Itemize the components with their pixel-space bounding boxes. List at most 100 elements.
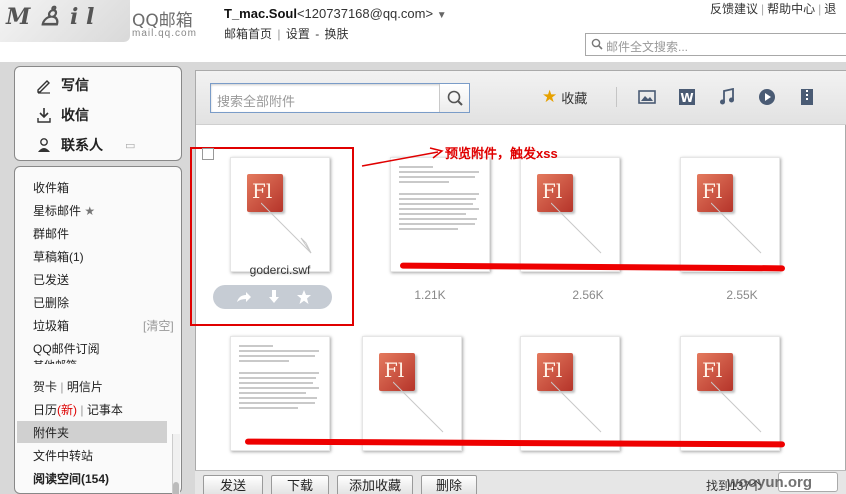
chat-bubble-icon[interactable]: ▭ (125, 139, 135, 152)
folder-deleted[interactable]: 已删除 (33, 294, 69, 311)
attachment-size: 1.21K (414, 288, 446, 302)
folder-starred-label: 星标邮件 (33, 204, 82, 218)
spam-clear-link[interactable]: [清空] (143, 317, 174, 334)
pencil-icon (37, 80, 50, 94)
folder-starred[interactable]: 星标邮件 ★ (33, 202, 95, 219)
download-icon[interactable] (265, 288, 283, 306)
nav-sep: - (315, 27, 320, 41)
attachment-thumbnail[interactable]: Fl (520, 157, 620, 272)
download-button[interactable]: 下载 (271, 475, 329, 494)
add-favorite-button[interactable]: 添加收藏 (337, 475, 413, 494)
star-icon[interactable] (295, 288, 313, 306)
music-icon[interactable] (718, 88, 736, 106)
compose-button[interactable]: 写信 (35, 71, 89, 99)
star-icon: ★ (542, 87, 558, 106)
folder-subscribe[interactable]: QQ邮件订阅 (33, 340, 100, 357)
calendar-new-badge: (新) (57, 403, 78, 417)
search-button[interactable] (439, 84, 469, 112)
attachment-thumbnail[interactable]: Fl (680, 157, 780, 272)
flash-curve-decoration (393, 381, 444, 433)
folder-drafts[interactable]: 草稿箱(1) (33, 248, 84, 265)
flash-curve-decoration (261, 202, 312, 254)
receive-button[interactable]: 收信 (35, 101, 89, 129)
attachment-size: 2.56K (572, 288, 604, 302)
user-account[interactable]: T_mac.Soul<120737168@qq.com> ▼ (224, 6, 447, 21)
archive-icon[interactable] (798, 88, 816, 106)
forward-icon[interactable] (235, 288, 253, 306)
svg-text:W: W (680, 91, 693, 105)
contacts-icon (38, 138, 50, 152)
attachment-action-bar (213, 285, 332, 309)
calendar-link[interactable]: 日历 (33, 403, 57, 417)
attachment-thumbnail[interactable]: Fl (230, 157, 330, 272)
link-sep: | (80, 403, 84, 417)
folder-inbox[interactable]: 收件箱 (33, 179, 69, 196)
flash-curve-decoration (711, 381, 762, 433)
chevron-down-icon[interactable]: ▼ (437, 10, 447, 21)
nav-sep: | (277, 27, 281, 41)
user-name: T_mac.Soul (224, 6, 297, 21)
folder-attachments[interactable]: 附件夹 (33, 424, 69, 441)
feedback-link[interactable]: 反馈建议 (710, 2, 758, 16)
logo-url: mail.qq.com (132, 28, 197, 39)
star-icon: ★ (84, 204, 96, 218)
search-icon (447, 90, 463, 106)
folder-reading[interactable]: 阅读空间(154) (33, 470, 109, 487)
nav-home[interactable]: 邮箱首页 (224, 27, 272, 41)
logo-image[interactable]: M ♙ i l (0, 0, 130, 42)
contacts-button[interactable]: 联系人 ▭ (35, 131, 135, 159)
word-icon[interactable]: W (678, 88, 696, 106)
nav-skin[interactable]: 换肤 (325, 27, 349, 41)
folder-group[interactable]: 群邮件 (33, 225, 69, 242)
attachment-thumbnail[interactable]: Fl (680, 336, 780, 451)
folder-transfer[interactable]: 文件中转站 (33, 447, 93, 464)
watermark: wooyun.org (727, 474, 812, 491)
attachment-thumbnail[interactable]: Fl (520, 336, 620, 451)
attachment-toolbar: 搜索全部附件 ★ 收藏 W (196, 71, 846, 125)
top-right-links: 反馈建议 | 帮助中心 | 退 (710, 0, 836, 17)
sidebar-scrollbar-thumb[interactable] (173, 482, 179, 494)
postcard-link[interactable]: 明信片 (67, 380, 103, 394)
card-link[interactable]: 贺卡 (33, 380, 57, 394)
attachment-thumbnail[interactable] (390, 157, 490, 272)
mail-search-placeholder: 邮件全文搜索... (606, 40, 689, 54)
folder-list: 收件箱 星标邮件 ★ 群邮件 草稿箱(1) 已发送 已删除 垃圾箱 [清空] QQ… (14, 166, 182, 494)
nav-settings[interactable]: 设置 (286, 27, 310, 41)
calendar-links: 日历(新) | 记事本 (33, 401, 123, 418)
image-icon[interactable] (638, 88, 656, 106)
logout-link[interactable]: 退 (824, 2, 836, 16)
notes-link[interactable]: 记事本 (87, 403, 123, 417)
favorites-filter[interactable]: ★ 收藏 (542, 87, 587, 107)
help-link[interactable]: 帮助中心 (767, 2, 815, 16)
folder-spam-label: 垃圾箱 (33, 319, 70, 333)
send-button[interactable]: 发送 (203, 475, 263, 494)
folder-sent[interactable]: 已发送 (33, 271, 69, 288)
html-preview-lines (239, 345, 323, 412)
html-preview-lines (399, 166, 483, 233)
flash-curve-decoration (551, 381, 602, 433)
video-icon[interactable] (758, 88, 776, 106)
attachment-size: 2.55K (726, 288, 758, 302)
mail-search-input[interactable]: 邮件全文搜索... (585, 33, 846, 56)
top-nav: 邮箱首页 | 设置 - 换肤 (224, 25, 351, 42)
folder-other[interactable]: 其他邮箱 (33, 357, 77, 364)
attachment-search-input[interactable]: 搜索全部附件 (210, 83, 470, 113)
card-links: 贺卡 | 明信片 (33, 378, 103, 395)
contacts-label: 联系人 (61, 137, 103, 153)
receive-label: 收信 (61, 107, 89, 123)
favorites-label: 收藏 (561, 90, 588, 106)
header: M ♙ i l QQ邮箱 mail.qq.com T_mac.Soul<1207… (0, 0, 846, 62)
flash-curve-decoration (711, 202, 762, 254)
link-sep: | (761, 2, 765, 16)
folder-spam[interactable]: 垃圾箱 [清空] (33, 317, 174, 334)
sidebar: 写信 收信 联系人 ▭ 收件箱 星标邮件 ★ 群邮件 草稿箱(1) 已发送 已删… (0, 62, 190, 494)
attachment-thumbnail[interactable]: Fl (362, 336, 462, 451)
inbox-download-icon (37, 108, 51, 123)
attachment-thumbnail[interactable] (230, 336, 330, 451)
sidebar-actions: 写信 收信 联系人 ▭ (14, 66, 182, 161)
link-sep: | (818, 2, 822, 16)
select-checkbox[interactable] (202, 148, 214, 160)
attachment-name[interactable]: goderci.swf (230, 263, 330, 277)
delete-button[interactable]: 删除 (421, 475, 477, 494)
toolbar-divider (616, 87, 617, 107)
